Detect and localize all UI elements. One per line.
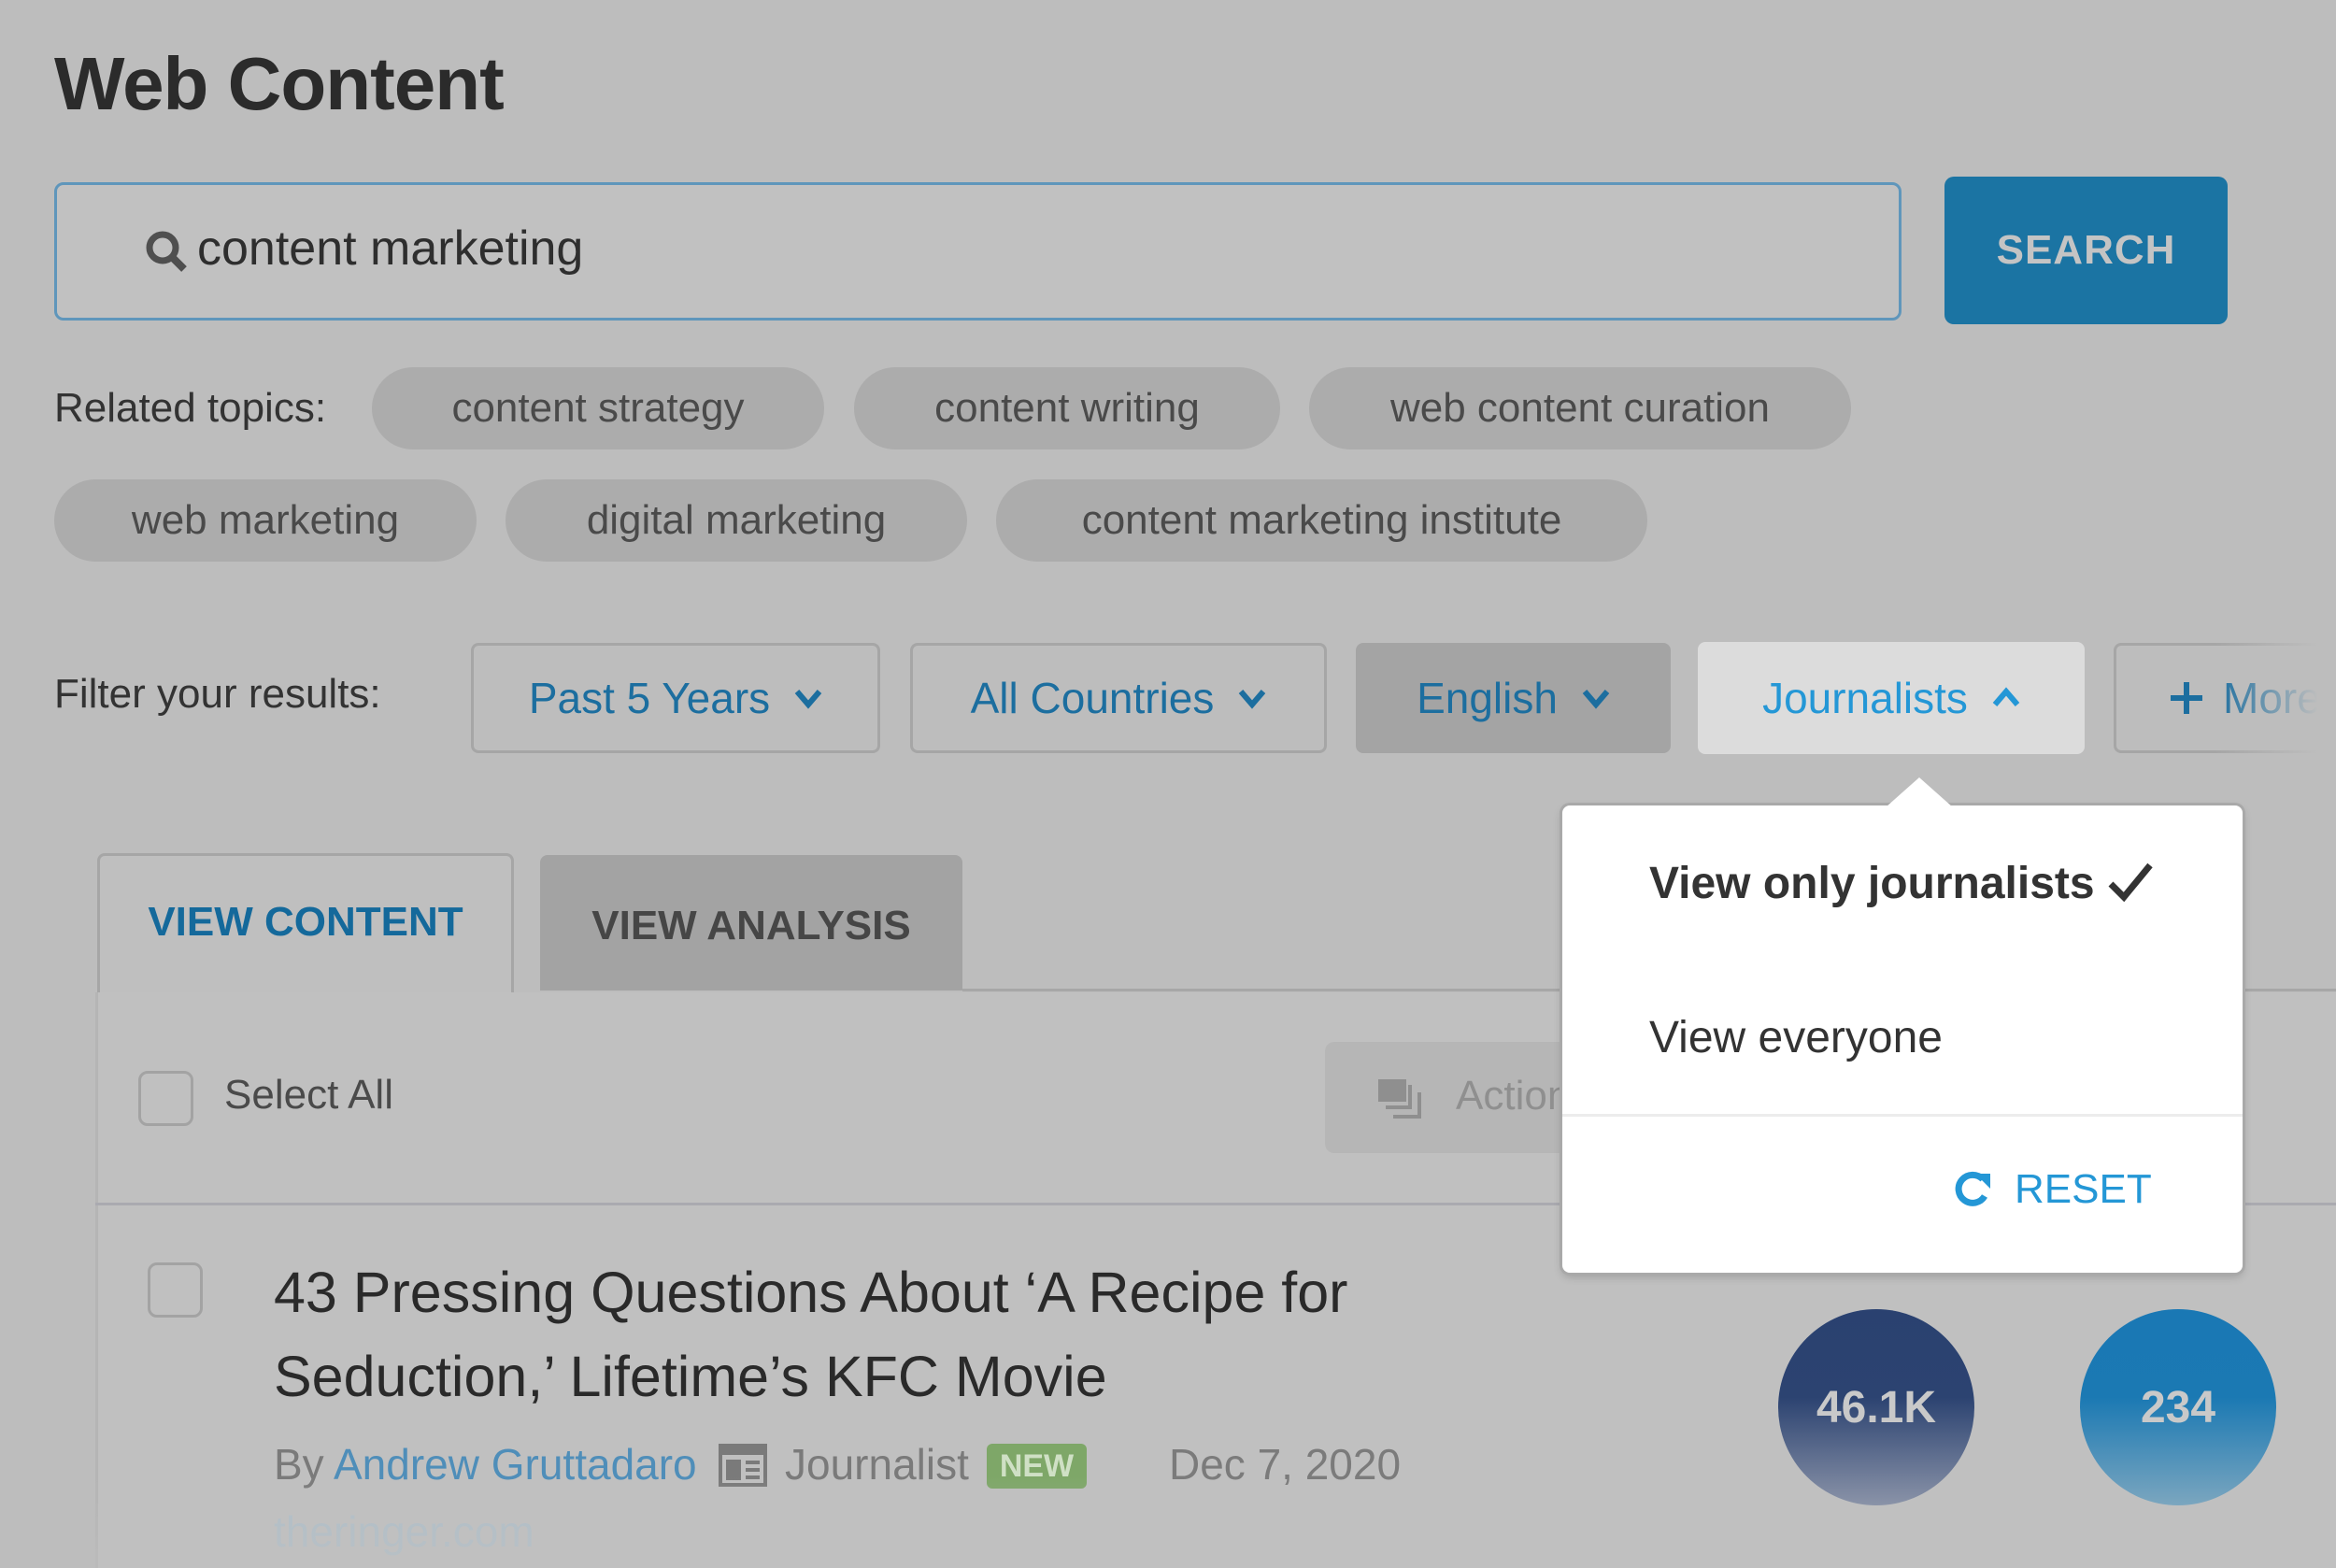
page-title: Web Content	[54, 42, 505, 125]
filter-country-label: All Countries	[970, 674, 1215, 722]
filter-language-label: English	[1417, 674, 1558, 722]
search-button[interactable]: SEARCH	[1944, 177, 2228, 324]
reach-metric-badge: 46.1K	[1778, 1309, 1974, 1505]
filter-journalists-label: Journalists	[1762, 674, 1968, 722]
topic-chip[interactable]: digital marketing	[506, 479, 967, 562]
engagement-metric-badge: 234	[2080, 1309, 2276, 1505]
topic-chip[interactable]: web content curation	[1309, 367, 1851, 449]
stack-icon	[1378, 1079, 1421, 1119]
filter-journalists[interactable]: Journalists	[1698, 642, 2085, 754]
filter-date-range[interactable]: Past 5 Years	[471, 643, 880, 753]
topic-chip[interactable]: web marketing	[54, 479, 477, 562]
dropdown-pointer	[1886, 777, 1953, 807]
refresh-icon	[1955, 1171, 1990, 1206]
reset-button[interactable]: RESET	[1953, 1166, 2152, 1213]
article-title[interactable]: 43 Pressing Questions About ‘A Recipe fo…	[274, 1250, 1535, 1418]
tab-view-analysis[interactable]: VIEW ANALYSIS	[540, 855, 962, 991]
overflow-fade	[2215, 635, 2336, 762]
search-icon	[146, 231, 187, 272]
topic-chip[interactable]: content writing	[854, 367, 1280, 449]
option-view-only-journalists[interactable]: View only journalists	[1649, 858, 2095, 909]
filter-date-range-label: Past 5 Years	[528, 674, 771, 722]
checkmark-icon	[2108, 862, 2153, 903]
chevron-down-icon	[794, 690, 822, 709]
filter-country[interactable]: All Countries	[910, 643, 1327, 753]
chevron-down-icon	[1582, 690, 1610, 709]
option-view-everyone[interactable]: View everyone	[1649, 1012, 1943, 1063]
plus-icon	[2171, 682, 2202, 714]
dropdown-divider	[1562, 1114, 2243, 1117]
filter-label: Filter your results:	[54, 671, 381, 717]
article-checkbox[interactable]	[148, 1262, 203, 1318]
reset-label: RESET	[2015, 1166, 2152, 1212]
search-field[interactable]	[54, 182, 1902, 321]
tab-view-content[interactable]: VIEW CONTENT	[97, 853, 514, 995]
chevron-down-icon	[1239, 690, 1266, 709]
bottom-fade	[95, 1476, 2336, 1568]
topic-chip[interactable]: content marketing institute	[996, 479, 1647, 562]
related-topics-label: Related topics:	[54, 385, 327, 431]
filter-language[interactable]: English	[1356, 643, 1671, 753]
select-all-checkbox[interactable]	[138, 1071, 193, 1126]
chevron-up-icon	[1992, 687, 2020, 706]
select-all-label: Select All	[224, 1072, 393, 1118]
search-input[interactable]	[197, 221, 1786, 277]
topic-chip[interactable]: content strategy	[372, 367, 824, 449]
